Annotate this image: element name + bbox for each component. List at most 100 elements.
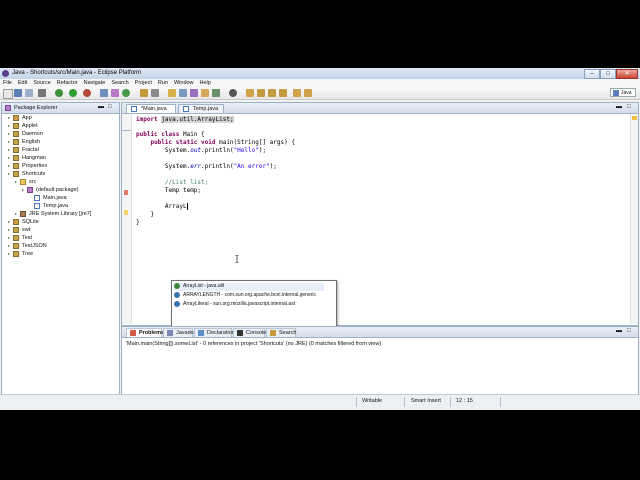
- status-insert-mode[interactable]: Smart Insert: [411, 398, 441, 404]
- maximize-button[interactable]: □: [600, 69, 616, 79]
- close-button[interactable]: ✕: [616, 69, 638, 79]
- minimize-view-icon[interactable]: ▬: [98, 104, 104, 110]
- tree-item-label: Daemon: [22, 131, 43, 137]
- code-line-comment[interactable]: //List list;: [136, 179, 208, 186]
- run-icon[interactable]: [69, 89, 77, 97]
- save-all-icon[interactable]: [25, 89, 33, 97]
- expand-arrow-icon[interactable]: ▸: [22, 187, 24, 192]
- proposal-arraylist[interactable]: ArrayList - java.util: [174, 283, 324, 291]
- code-line-println-err[interactable]: System.err.println("An error");: [136, 163, 277, 170]
- editor-gutter: [122, 114, 132, 324]
- menu-search[interactable]: Search: [108, 79, 131, 87]
- minimize-panel-icon[interactable]: ▬: [616, 328, 622, 334]
- tab-temp-java[interactable]: Temp.java: [178, 104, 224, 113]
- menu-window[interactable]: Window: [171, 79, 197, 87]
- new-class-icon[interactable]: [122, 89, 130, 97]
- forward-icon[interactable]: [268, 89, 276, 97]
- status-writable: Writable: [362, 398, 383, 404]
- java-file-icon: [34, 203, 40, 209]
- tab-declaration[interactable]: Declaration: [194, 328, 235, 337]
- expand-arrow-icon[interactable]: ▸: [8, 219, 10, 224]
- expand-arrow-icon[interactable]: ▸: [8, 139, 10, 144]
- tab-console[interactable]: Console: [233, 328, 266, 337]
- editor-overview-ruler[interactable]: [630, 114, 638, 324]
- new-icon[interactable]: [3, 89, 13, 99]
- search-icon[interactable]: [151, 89, 159, 97]
- tab-main-java[interactable]: *Main.java: [126, 104, 176, 113]
- expand-arrow-icon[interactable]: ▸: [8, 235, 10, 240]
- java-perspective-icon: [613, 90, 619, 96]
- project-icon: [13, 115, 19, 121]
- new-java-project-icon[interactable]: [100, 89, 108, 97]
- menu-file[interactable]: File: [0, 79, 15, 87]
- code-line-class[interactable]: public class Main {: [136, 131, 205, 138]
- new-package-icon[interactable]: [111, 89, 119, 97]
- expand-arrow-icon[interactable]: ▸: [8, 171, 10, 176]
- expand-arrow-icon[interactable]: ▸: [8, 115, 10, 120]
- window-title: Java - Shortcuts/src/Main.java - Eclipse…: [12, 70, 142, 76]
- print-icon[interactable]: [38, 89, 46, 97]
- warning-marker-icon[interactable]: [124, 210, 128, 215]
- tab-javadoc[interactable]: Javadoc: [163, 328, 197, 337]
- open-type-icon[interactable]: [140, 89, 148, 97]
- expand-arrow-icon[interactable]: ▸: [8, 155, 10, 160]
- expand-arrow-icon[interactable]: ▸: [8, 243, 10, 248]
- menu-navigate[interactable]: Navigate: [81, 79, 109, 87]
- code-line-import[interactable]: import java.util.ArrayList;: [136, 116, 234, 123]
- project-icon: [13, 227, 19, 233]
- tree-item-label: JRE System Library [jre7]: [29, 211, 92, 217]
- i-beam-cursor-icon: [235, 255, 239, 263]
- code-line-close-class[interactable]: }: [136, 219, 140, 226]
- code-line-close-method[interactable]: }: [136, 211, 154, 218]
- debug-icon[interactable]: [55, 89, 63, 97]
- tree-item-label: (default package): [36, 187, 79, 193]
- expand-arrow-icon[interactable]: ▸: [8, 251, 10, 256]
- code-line-temp[interactable]: Temp temp;: [136, 187, 201, 194]
- expand-arrow-icon[interactable]: ▸: [8, 227, 10, 232]
- expand-arrow-icon[interactable]: ▸: [8, 131, 10, 136]
- warning-overview-icon[interactable]: [632, 116, 637, 120]
- minimize-button[interactable]: –: [584, 69, 600, 79]
- expand-arrow-icon[interactable]: ▸: [15, 179, 17, 184]
- expand-arrow-icon[interactable]: ▸: [15, 211, 17, 216]
- navigate-back-icon[interactable]: [293, 89, 301, 97]
- menu-edit[interactable]: Edit: [15, 79, 30, 87]
- code-line-println-out[interactable]: System.out.println("Hello");: [136, 147, 266, 154]
- last-edit-location-icon[interactable]: [246, 89, 254, 97]
- expand-arrow-icon[interactable]: ▸: [8, 163, 10, 168]
- menu-run[interactable]: Run: [155, 79, 171, 87]
- expand-arrow-icon[interactable]: ▸: [8, 147, 10, 152]
- code-line-main[interactable]: public static void main(String[] args) {: [136, 139, 295, 146]
- maximize-view-icon[interactable]: □: [108, 104, 112, 110]
- bookmark-marker-icon[interactable]: [124, 190, 128, 195]
- tab-problems[interactable]: Problems: [126, 328, 165, 337]
- external-tools-icon[interactable]: [83, 89, 91, 97]
- navigate-forward-icon[interactable]: [304, 89, 312, 97]
- tab-label: Problems: [139, 330, 165, 336]
- folder-icon: [20, 179, 26, 185]
- menu-refactor[interactable]: Refactor: [54, 79, 81, 87]
- status-cursor-position: 12 : 15: [456, 398, 473, 404]
- history-icon[interactable]: [279, 89, 287, 97]
- save-icon[interactable]: [14, 89, 22, 97]
- block-selection-icon[interactable]: [190, 89, 198, 97]
- menu-project[interactable]: Project: [132, 79, 155, 87]
- toggle-mark-occurrences-icon[interactable]: [168, 89, 176, 97]
- toggle-breadcrumb-icon[interactable]: [179, 89, 187, 97]
- tree-item-label: Fractal: [22, 147, 39, 153]
- minimize-editor-icon[interactable]: ▬: [616, 104, 622, 110]
- maximize-editor-icon[interactable]: □: [627, 104, 631, 110]
- code-line-typing[interactable]: ArrayL: [136, 203, 188, 210]
- tab-search[interactable]: Search: [266, 328, 296, 337]
- project-icon: [13, 131, 19, 137]
- maximize-panel-icon[interactable]: □: [627, 328, 631, 334]
- expand-arrow-icon[interactable]: ▸: [8, 123, 10, 128]
- pin-editor-icon[interactable]: [229, 89, 237, 97]
- package-explorer-tab[interactable]: Package Explorer ▬ □: [2, 103, 119, 114]
- show-whitespace-icon[interactable]: [201, 89, 209, 97]
- back-icon[interactable]: [257, 89, 265, 97]
- menu-help[interactable]: Help: [197, 79, 214, 87]
- java-perspective-button[interactable]: Java: [610, 88, 636, 97]
- menu-source[interactable]: Source: [30, 79, 53, 87]
- next-annotation-icon[interactable]: [212, 89, 220, 97]
